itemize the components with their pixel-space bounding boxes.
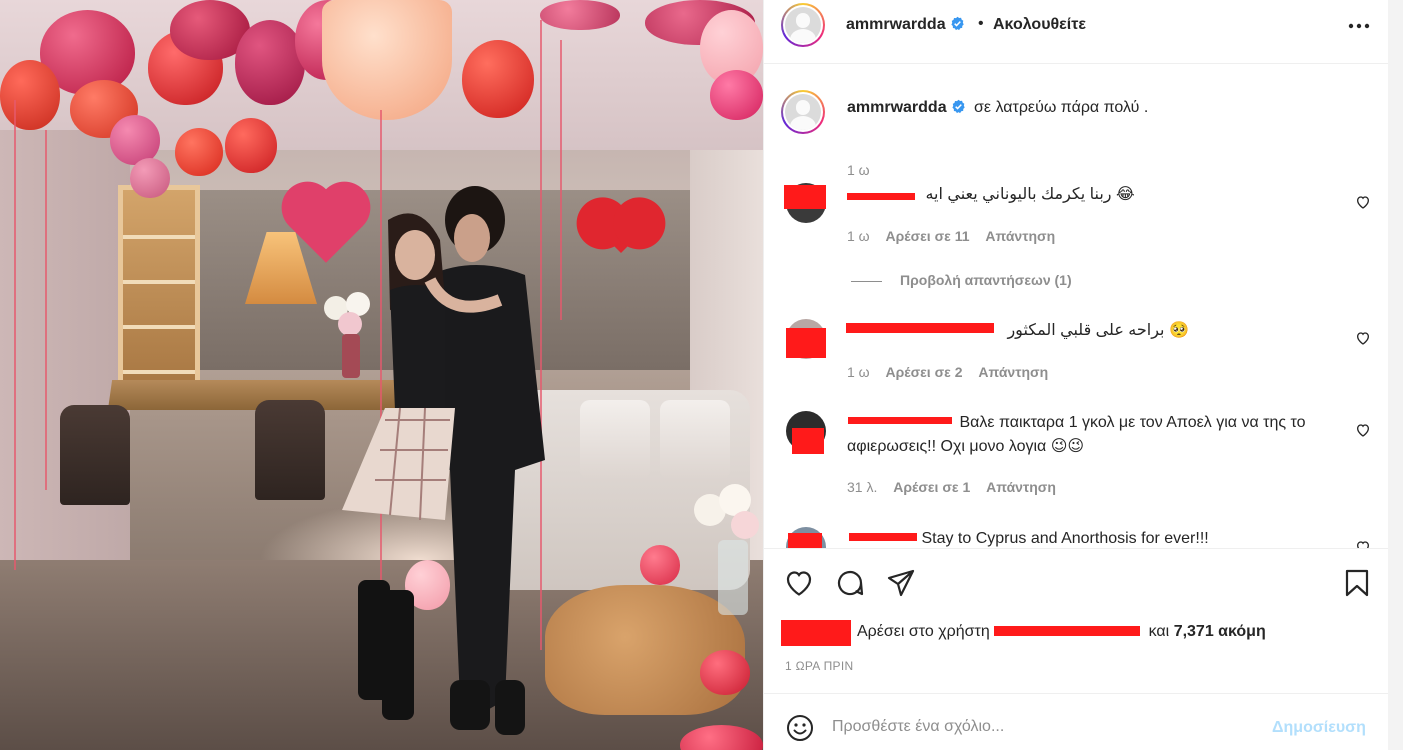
comment-icon[interactable] xyxy=(834,567,866,599)
comment-input[interactable] xyxy=(832,710,1242,744)
reply-button[interactable]: Απάντηση xyxy=(978,364,1048,380)
balloon xyxy=(130,158,170,198)
comment-time: 1 ω xyxy=(847,364,870,380)
heart-icon[interactable] xyxy=(1355,539,1371,548)
header-separator: • xyxy=(978,15,984,32)
redaction-mark xyxy=(784,185,826,209)
comment-time: 1 ω xyxy=(847,228,870,244)
balloon xyxy=(462,40,534,118)
photo-wall xyxy=(0,130,130,600)
caption-text: ammrwardda σε λατρεύω πάρα πολύ . xyxy=(847,96,1332,120)
redaction-mark xyxy=(846,323,994,333)
comment-composer: Δημοσίευση xyxy=(764,693,1389,750)
more-options-icon[interactable] xyxy=(1344,16,1374,36)
post-timestamp: 1 ΩΡΑ ΠΡΙΝ xyxy=(785,659,854,673)
post-actions: Αρέσει στο χρήστη και 7,371 ακόμη 1 ΩΡΑ … xyxy=(764,548,1389,693)
view-replies-button[interactable]: Προβολή απαντήσεων (1) xyxy=(851,272,1072,288)
photo-flowers xyxy=(694,484,759,615)
comment-likes[interactable]: Αρέσει σε 11 xyxy=(886,228,970,244)
comment-text: Stay to Cyprus and Anorthosis for ever!!… xyxy=(847,527,1332,548)
balloon-ribbon xyxy=(45,130,47,490)
comment-body: Stay to Cyprus and Anorthosis for ever!!… xyxy=(921,530,1209,547)
photo-chair xyxy=(60,405,130,505)
comment-body: براحه على قلبي المكثور 🥺 xyxy=(1007,322,1189,339)
heart-balloon xyxy=(596,204,646,254)
redaction-mark xyxy=(792,428,824,454)
post-header: ammrwardda • Ακολουθείτε xyxy=(764,0,1389,64)
caption-body: σε λατρεύω πάρα πολύ . xyxy=(974,99,1149,116)
redaction-mark xyxy=(781,620,851,646)
emoji-icon[interactable] xyxy=(786,714,814,742)
photo-flowers xyxy=(324,292,370,378)
comment-text: ربنا يكرمك باليوناني يعني ايه 😂 xyxy=(847,183,1332,207)
liker-username[interactable] xyxy=(994,622,1144,642)
comment-meta: 31 λ. Αρέσει σε 1 Απάντηση xyxy=(847,479,1068,495)
redaction-mark xyxy=(848,417,952,424)
post-comment-button[interactable]: Δημοσίευση xyxy=(1272,719,1366,737)
reply-button[interactable]: Απάντηση xyxy=(986,479,1056,495)
comment-likes[interactable]: Αρέσει σε 1 xyxy=(893,479,970,495)
comment-row: Stay to Cyprus and Anorthosis for ever!!… xyxy=(764,527,1389,548)
comment-row: ربنا يكرمك باليوناني يعني ايه 😂 1 ω Αρέσ… xyxy=(764,182,1389,312)
replies-divider xyxy=(851,280,882,282)
balloon xyxy=(640,545,680,585)
bookmark-icon[interactable] xyxy=(1341,567,1373,599)
comment-body: ربنا يكرمك باليوناني يعني ايه 😂 xyxy=(925,186,1135,203)
author-avatar[interactable] xyxy=(781,3,825,47)
browser-scrollbar[interactable] xyxy=(1388,0,1403,750)
reply-button[interactable]: Απάντηση xyxy=(985,228,1055,244)
comment-likes[interactable]: Αρέσει σε 2 xyxy=(886,364,963,380)
redaction-mark xyxy=(786,328,826,358)
balloon xyxy=(322,0,452,120)
comment-meta: 1 ω Αρέσει σε 11 Απάντηση xyxy=(847,228,1067,244)
balloon xyxy=(225,118,277,173)
verified-badge-icon xyxy=(951,16,964,31)
comment-row: براحه على قلبي المكثور 🥺 1 ω Αρέσει σε 2… xyxy=(764,318,1389,408)
photo-couple xyxy=(342,186,545,735)
balloon xyxy=(700,650,750,695)
comments-list[interactable]: ammrwardda σε λατρεύω πάρα πολύ . 1 ω رب… xyxy=(764,65,1389,548)
comment-time: 31 λ. xyxy=(847,479,878,495)
heart-icon[interactable] xyxy=(1355,194,1371,210)
redaction-mark xyxy=(849,533,917,541)
balloon xyxy=(175,128,223,176)
post-photo[interactable] xyxy=(0,0,763,750)
likes-count[interactable]: 7,371 ακόμη xyxy=(1174,623,1266,640)
post-details-panel: ammrwardda • Ακολουθείτε ammrwardda σε λ… xyxy=(763,0,1389,750)
balloon-ribbon xyxy=(14,100,16,570)
share-icon[interactable] xyxy=(885,567,917,599)
author-username[interactable]: ammrwardda xyxy=(846,16,965,34)
verified-badge-icon xyxy=(952,99,965,114)
heart-icon[interactable] xyxy=(1355,422,1371,438)
balloon xyxy=(710,70,763,120)
caption-avatar[interactable] xyxy=(781,90,825,134)
caption-time: 1 ω xyxy=(847,162,870,178)
caption-username[interactable]: ammrwardda xyxy=(847,99,966,116)
redaction-mark xyxy=(994,626,1141,636)
balloon xyxy=(540,0,620,30)
heart-icon[interactable] xyxy=(783,567,815,599)
comment-row: Βαλε παικταρα 1 γκολ με τον Αποελ για να… xyxy=(764,410,1389,515)
comment-meta: 1 ω Αρέσει σε 2 Απάντηση xyxy=(847,364,1060,380)
heart-icon[interactable] xyxy=(1355,330,1371,346)
balloon xyxy=(0,60,60,130)
redaction-mark xyxy=(788,533,822,548)
photo-chair xyxy=(255,400,325,500)
caption-row: ammrwardda σε λατρεύω πάρα πολύ . 1 ω xyxy=(764,90,1389,180)
following-button[interactable]: Ακολουθείτε xyxy=(993,16,1086,34)
likes-summary[interactable]: Αρέσει στο χρήστη και 7,371 ακόμη xyxy=(857,622,1266,642)
redaction-mark xyxy=(847,193,915,200)
photo-shelf xyxy=(118,185,200,410)
